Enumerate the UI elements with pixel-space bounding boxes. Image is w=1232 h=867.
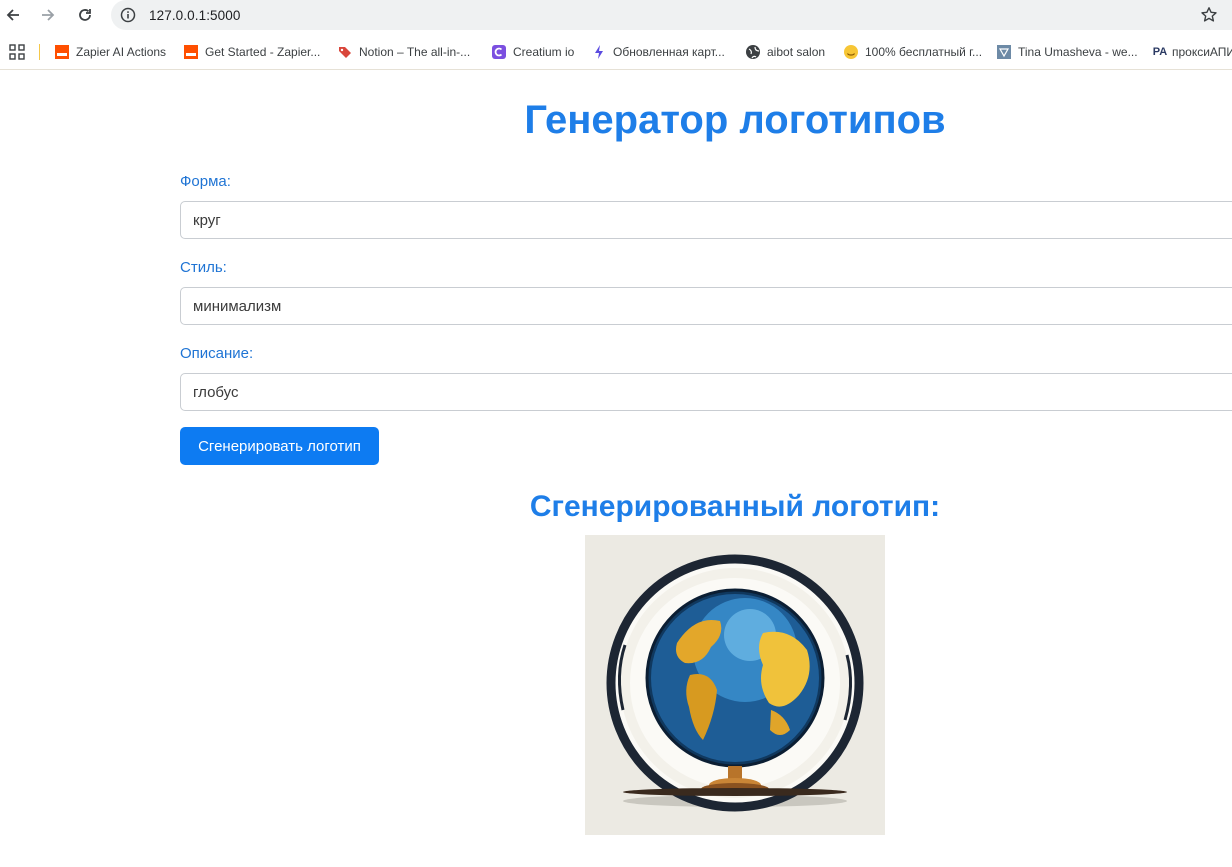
- generate-logo-button[interactable]: Сгенерировать логотип: [180, 427, 379, 465]
- bookmark-label: Обновленная карт...: [613, 45, 725, 59]
- back-arrow-icon[interactable]: [1, 3, 25, 27]
- description-input[interactable]: глобус: [180, 373, 1232, 411]
- bookmark-label: aibot salon: [767, 45, 826, 59]
- site-info-icon[interactable]: [120, 7, 136, 23]
- forward-arrow-icon[interactable]: [36, 3, 60, 27]
- zapier-icon: [54, 44, 70, 60]
- description-label: Описание:: [180, 345, 254, 362]
- address-bar[interactable]: 127.0.0.1:5000: [111, 0, 1232, 30]
- shape-label: Форма:: [180, 173, 231, 190]
- globe-logo-image: [606, 554, 864, 812]
- bookmark-aibot-salon[interactable]: aibot salon: [745, 43, 825, 61]
- bookmark-label: Creatium io: [513, 45, 575, 59]
- bookmark-label: Tina Umasheva - we...: [1018, 45, 1138, 59]
- bookmark-get-started-zapier[interactable]: Get Started - Zapier...: [183, 43, 320, 61]
- apps-grid-icon[interactable]: [9, 44, 25, 60]
- bookmark-creatium[interactable]: Creatium io: [491, 43, 574, 61]
- reload-icon[interactable]: [73, 3, 97, 27]
- tag-icon: [337, 44, 353, 60]
- bookmark-tina-umasheva[interactable]: Tina Umasheva - we...: [996, 43, 1138, 61]
- bookmark-notion[interactable]: Notion – The all-in-...: [337, 43, 470, 61]
- bookmark-label: Notion – The all-in-...: [359, 45, 471, 59]
- url-text[interactable]: 127.0.0.1:5000: [149, 8, 240, 23]
- emoji-icon: [843, 44, 859, 60]
- sparkle-icon: [591, 44, 607, 60]
- style-input[interactable]: минимализм: [180, 287, 1232, 325]
- shape-input[interactable]: круг: [180, 201, 1232, 239]
- bookmark-zapier-ai-actions[interactable]: Zapier AI Actions: [54, 43, 166, 61]
- creatium-icon: [491, 44, 507, 60]
- bookmark-besplatny[interactable]: 100% бесплатный г...: [843, 43, 982, 61]
- bookmarks-divider: [39, 44, 40, 60]
- bookmark-label: Get Started - Zapier...: [205, 45, 321, 59]
- generated-logo-image: [585, 535, 885, 835]
- bookmark-star-icon[interactable]: [1200, 6, 1218, 24]
- bookmark-obnovlennaya[interactable]: Обновленная карт...: [591, 43, 725, 61]
- bookmark-label: Zapier AI Actions: [76, 45, 167, 59]
- style-label: Стиль:: [180, 259, 227, 276]
- proxy-icon: PA: [1152, 46, 1168, 58]
- bookmarks-bar: Zapier AI Actions Get Started - Zapier..…: [0, 34, 1232, 70]
- zapier-icon: [183, 44, 199, 60]
- globe-icon: [745, 44, 761, 60]
- bookmark-label: 100% бесплатный г...: [865, 45, 983, 59]
- page-title: Генератор логотипов: [524, 98, 946, 142]
- bookmark-label: проксиАПИ: [1172, 45, 1232, 59]
- triangle-icon: [996, 44, 1012, 60]
- bookmark-proksiapi[interactable]: PA проксиАПИ: [1151, 43, 1232, 61]
- result-title: Сгенерированный логотип:: [529, 490, 941, 523]
- browser-toolbar: 127.0.0.1:5000: [0, 0, 1232, 32]
